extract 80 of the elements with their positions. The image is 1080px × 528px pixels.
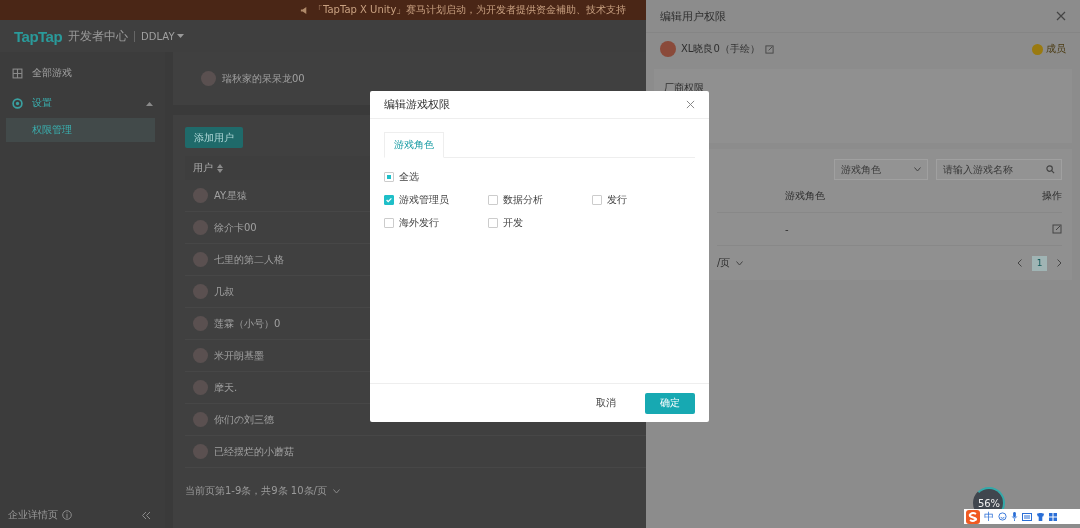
column-header: 游戏角色: [785, 189, 825, 203]
pagination-summary: 当前页第1-9条，共9条 10条/页: [185, 484, 327, 498]
role-badge: 成员: [1032, 42, 1066, 56]
user-name: XL晓良0（手绘）: [681, 42, 760, 56]
avatar-icon: [193, 220, 208, 235]
megaphone-icon: [300, 5, 309, 15]
avatar-icon: [193, 444, 208, 459]
chevron-down-icon[interactable]: [332, 488, 340, 494]
smiley-icon[interactable]: [998, 512, 1007, 521]
close-icon[interactable]: [1056, 11, 1066, 21]
checkbox[interactable]: [384, 194, 394, 205]
search-field[interactable]: 请输入游戏名称: [936, 159, 1062, 180]
account-dropdown[interactable]: DDLAY: [141, 30, 185, 42]
avatar-icon: [193, 348, 208, 363]
info-icon: [62, 510, 72, 520]
company-link[interactable]: 企业详情页: [8, 508, 58, 522]
table-cell: -: [785, 223, 789, 235]
checkbox-label[interactable]: 数据分析: [503, 192, 543, 207]
user-name: 已经摆烂的小蘑菇: [214, 444, 294, 459]
prev-page-icon[interactable]: [1017, 259, 1022, 267]
avatar-icon: [193, 188, 208, 203]
product-name: 开发者中心: [68, 27, 129, 45]
avatar-icon: [193, 284, 208, 299]
page-button[interactable]: 1: [1032, 255, 1047, 271]
shirt-icon[interactable]: [1036, 512, 1045, 521]
user-name: 徐介卡00: [214, 220, 257, 235]
avatar-icon: [201, 71, 216, 86]
microphone-icon[interactable]: [1011, 512, 1018, 521]
user-name: 你们の刘三德: [214, 412, 274, 427]
collapse-icon[interactable]: [141, 510, 151, 520]
announcement-text: 「TapTap X Unity」赛马计划启动，为开发者提供资金補助、技术支持: [313, 3, 627, 17]
chevron-down-icon: [914, 167, 921, 172]
nav-item[interactable]: 设置: [0, 88, 165, 118]
checkbox-label[interactable]: 全选: [399, 169, 419, 184]
checkbox[interactable]: [488, 217, 498, 228]
caret-icon: [177, 33, 185, 39]
column-header[interactable]: 用户: [193, 161, 213, 175]
drawer-title: 编辑用户权限: [660, 8, 726, 24]
user-name: 瑞秋家的呆呆龙00: [222, 71, 305, 86]
next-page-icon[interactable]: [1057, 259, 1062, 267]
avatar-icon: [193, 412, 208, 427]
checkbox-label[interactable]: 开发: [503, 215, 523, 230]
role-select[interactable]: 游戏角色: [834, 159, 928, 180]
logo[interactable]: TapTap: [14, 27, 63, 45]
sort-icon[interactable]: [217, 163, 223, 173]
checkbox[interactable]: [384, 217, 394, 228]
search-icon: [1046, 165, 1055, 174]
edit-icon[interactable]: [764, 44, 774, 54]
page-size-select[interactable]: /页: [717, 256, 731, 270]
avatar-icon: [193, 316, 208, 331]
chevron-down-icon[interactable]: [736, 260, 744, 266]
user-name: 米开朗基墨: [214, 348, 264, 363]
checkbox[interactable]: [592, 194, 602, 205]
modal-title: 编辑游戏权限: [384, 97, 450, 112]
grid-icon: [12, 67, 23, 79]
gear-icon: [12, 97, 23, 109]
nav-item[interactable]: 全部游戏: [0, 58, 165, 88]
tab[interactable]: 游戏角色: [384, 132, 444, 158]
close-icon[interactable]: [686, 100, 695, 109]
avatar-icon: [660, 41, 676, 57]
keyboard-icon[interactable]: [1022, 512, 1032, 521]
user-name: 莲霖（小号）0: [214, 316, 281, 331]
add-user-button[interactable]: 添加用户: [185, 127, 243, 148]
edit-icon[interactable]: [1052, 224, 1062, 234]
checkbox-label[interactable]: 游戏管理员: [399, 192, 449, 207]
user-name: 几叔: [214, 284, 234, 299]
nav-subitem[interactable]: 权限管理: [6, 118, 155, 142]
avatar-icon: [193, 252, 208, 267]
checkbox[interactable]: [384, 171, 394, 182]
caret-icon: [146, 100, 153, 106]
user-name: 摩天.: [214, 380, 238, 395]
avatar-icon: [193, 380, 208, 395]
checkbox-label[interactable]: 发行: [607, 192, 627, 207]
column-header: 操作: [1042, 189, 1062, 203]
confirm-button[interactable]: 确定: [645, 392, 695, 414]
checkbox-label[interactable]: 海外发行: [399, 215, 439, 230]
s-logo-icon[interactable]: [966, 509, 980, 524]
checkbox[interactable]: [488, 194, 498, 205]
user-name: AY.星猿: [214, 188, 248, 203]
grid-icon[interactable]: [1049, 512, 1057, 521]
